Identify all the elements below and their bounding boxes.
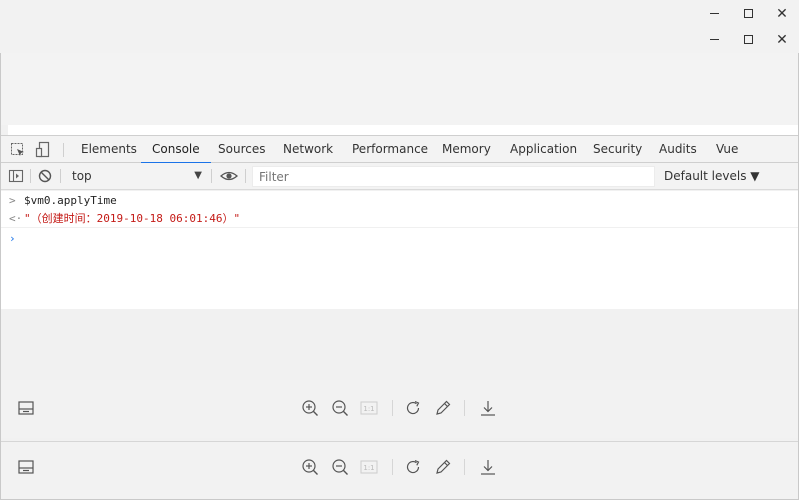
result-string-open: "（创建时间：	[24, 212, 97, 225]
image-viewer-toolbar-secondary: 1:1	[1, 441, 798, 499]
close-icon: ✕	[776, 5, 788, 22]
device-toolbar-icon[interactable]	[34, 141, 52, 159]
actual-size-icon[interactable]: 1:1	[360, 458, 378, 476]
levels-label: Default levels ▼	[664, 169, 760, 183]
tab-network[interactable]: Network	[272, 136, 344, 163]
page-content-strip	[8, 125, 798, 135]
result-string-close: ）"	[222, 212, 241, 225]
inner-title-bar: ✕	[0, 26, 799, 53]
download-icon[interactable]	[479, 458, 497, 476]
outer-close-button[interactable]: ✕	[765, 0, 799, 27]
result-string-value: 2019-10-18 06:01:46	[96, 212, 223, 225]
minimize-icon	[709, 39, 719, 40]
outer-maximize-button[interactable]	[731, 0, 765, 27]
tab-label: Memory	[442, 142, 491, 156]
console-result[interactable]: "（创建时间：2019-10-18 06:01:46）"	[24, 209, 240, 228]
tab-security[interactable]: Security	[582, 136, 653, 163]
tab-audits[interactable]: Audits	[648, 136, 708, 163]
console-filter-input[interactable]	[252, 166, 655, 187]
log-levels-dropdown[interactable]: Default levels ▼	[664, 163, 760, 189]
minimize-icon	[709, 13, 719, 14]
toolbar-divider	[245, 169, 246, 183]
panel-icon[interactable]	[17, 399, 35, 417]
tab-label: Audits	[659, 142, 697, 156]
toolbar-divider	[464, 459, 465, 475]
tab-label: Security	[593, 142, 643, 156]
console-toolbar: top ▼ Default levels ▼	[1, 163, 798, 190]
tab-label: Network	[283, 142, 334, 156]
tab-memory[interactable]: Memory	[431, 136, 502, 163]
inner-close-button[interactable]: ✕	[765, 26, 799, 53]
svg-text:1:1: 1:1	[363, 464, 374, 472]
tab-label: Application	[510, 142, 578, 156]
tab-application[interactable]: Application	[499, 136, 588, 163]
toolbar-divider	[63, 143, 64, 157]
image-viewer-toolbar: 1:1	[1, 380, 798, 438]
toolbar-divider	[464, 400, 465, 416]
outer-title-bar: ✕	[0, 0, 799, 27]
clear-console-icon[interactable]	[37, 168, 53, 184]
toolbar-divider	[60, 169, 61, 183]
tab-vue[interactable]: Vue	[705, 136, 749, 163]
download-icon[interactable]	[479, 399, 497, 417]
edit-icon[interactable]	[434, 458, 452, 476]
inner-minimize-button[interactable]	[697, 26, 731, 53]
tab-performance[interactable]: Performance	[341, 136, 439, 163]
inspect-element-icon[interactable]	[9, 141, 27, 159]
tab-label: Elements	[81, 142, 137, 156]
console-prompt-line[interactable]: ›	[1, 229, 798, 248]
panel-icon[interactable]	[17, 458, 35, 476]
tab-label: Console	[152, 142, 200, 156]
tab-label: Performance	[352, 142, 429, 156]
actual-size-icon[interactable]: 1:1	[360, 399, 378, 417]
console-command: $vm0.applyTime	[24, 194, 117, 207]
zoom-out-icon[interactable]	[331, 458, 349, 476]
console-input-line: > $vm0.applyTime	[1, 191, 798, 210]
toolbar-divider	[211, 169, 212, 183]
chevron-down-icon: ▼	[194, 170, 202, 181]
tab-elements[interactable]: Elements	[70, 136, 148, 163]
tab-label: Vue	[716, 142, 739, 156]
close-icon: ✕	[776, 31, 788, 48]
tab-label: Sources	[218, 142, 266, 156]
svg-text:1:1: 1:1	[363, 405, 374, 413]
result-chevron-icon: <·	[9, 212, 23, 225]
console-result-line: <· "（创建时间：2019-10-18 06:01:46）"	[1, 209, 798, 228]
show-sidebar-icon[interactable]	[8, 168, 24, 184]
toolbar-divider	[392, 400, 393, 416]
console-output[interactable]: > $vm0.applyTime <· "（创建时间：2019-10-18 06…	[1, 191, 798, 309]
maximize-icon	[743, 35, 753, 44]
context-selector[interactable]: top ▼	[66, 165, 208, 187]
prompt-chevron-icon: ›	[9, 232, 16, 245]
live-expression-eye-icon[interactable]	[219, 168, 239, 184]
toolbar-divider	[30, 169, 31, 183]
page-content-area	[1, 53, 798, 125]
outer-minimize-button[interactable]	[697, 0, 731, 27]
input-chevron-icon: >	[9, 194, 16, 207]
zoom-in-icon[interactable]	[301, 399, 319, 417]
toolbar-divider	[392, 459, 393, 475]
devtools-tab-bar: Elements Console Sources Network Perform…	[1, 135, 798, 164]
edit-icon[interactable]	[434, 399, 452, 417]
rotate-icon[interactable]	[404, 458, 422, 476]
context-value: top	[72, 169, 92, 183]
tab-sources[interactable]: Sources	[207, 136, 276, 163]
zoom-out-icon[interactable]	[331, 399, 349, 417]
zoom-in-icon[interactable]	[301, 458, 319, 476]
tab-console[interactable]: Console	[141, 136, 211, 164]
maximize-icon	[743, 9, 753, 18]
rotate-icon[interactable]	[404, 399, 422, 417]
inner-maximize-button[interactable]	[731, 26, 765, 53]
